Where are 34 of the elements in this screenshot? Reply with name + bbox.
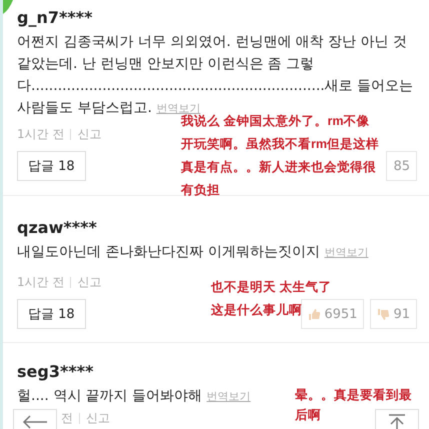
- translation-note: 我说么 金钟国太意外了。rm不像: [181, 114, 370, 130]
- corner-tab-icon: [3, 0, 13, 14]
- scroll-top-button[interactable]: [375, 409, 419, 429]
- translation-note: 真是有点。。新人进来也会觉得很: [181, 159, 376, 176]
- translate-link[interactable]: 번역보기: [206, 390, 251, 403]
- back-button[interactable]: [13, 409, 57, 429]
- translation-note: 晕。。真是要看到最: [295, 387, 412, 404]
- reply-button[interactable]: 답글 18: [17, 299, 86, 329]
- scroll-top-icon: [387, 414, 407, 429]
- report-link[interactable]: 신고: [77, 126, 102, 143]
- thumbs-down-icon: [377, 308, 390, 320]
- translation-note: 这是什么事儿啊: [211, 302, 302, 319]
- thumbs-up-icon: [308, 308, 320, 320]
- username: qzaw****: [17, 218, 97, 237]
- username: seg3****: [17, 362, 94, 381]
- like-button[interactable]: 6951: [301, 299, 364, 329]
- username: g_n7****: [17, 8, 92, 27]
- reply-button[interactable]: 답글 18: [17, 151, 86, 181]
- report-link[interactable]: 신고: [77, 274, 102, 291]
- dislike-button[interactable]: 85: [386, 151, 417, 181]
- translation-note: 有负担: [181, 182, 220, 199]
- translation-note: 开玩笑啊。虽然我不看rm但是这样: [181, 136, 379, 153]
- timestamp: 1시간 전: [17, 274, 64, 291]
- report-link[interactable]: 신고: [86, 410, 110, 427]
- dislike-button[interactable]: 91: [370, 299, 417, 329]
- back-arrow-icon: [22, 414, 48, 428]
- translation-note: 也不是明天 太生气了: [211, 279, 332, 296]
- comment-text: 내일도아닌데 존나화난다진짜 이게뭐하는짓이지 번역보기: [17, 243, 368, 262]
- comment-text: 헐.... 역시 끝까지 들어봐야해 번역보기: [17, 387, 251, 406]
- timestamp: 1시간 전: [17, 126, 64, 143]
- timestamp: 전: [61, 410, 73, 427]
- translate-link[interactable]: 번역보기: [156, 102, 200, 115]
- translation-note: 后啊: [295, 407, 321, 424]
- translate-link[interactable]: 번역보기: [324, 246, 368, 259]
